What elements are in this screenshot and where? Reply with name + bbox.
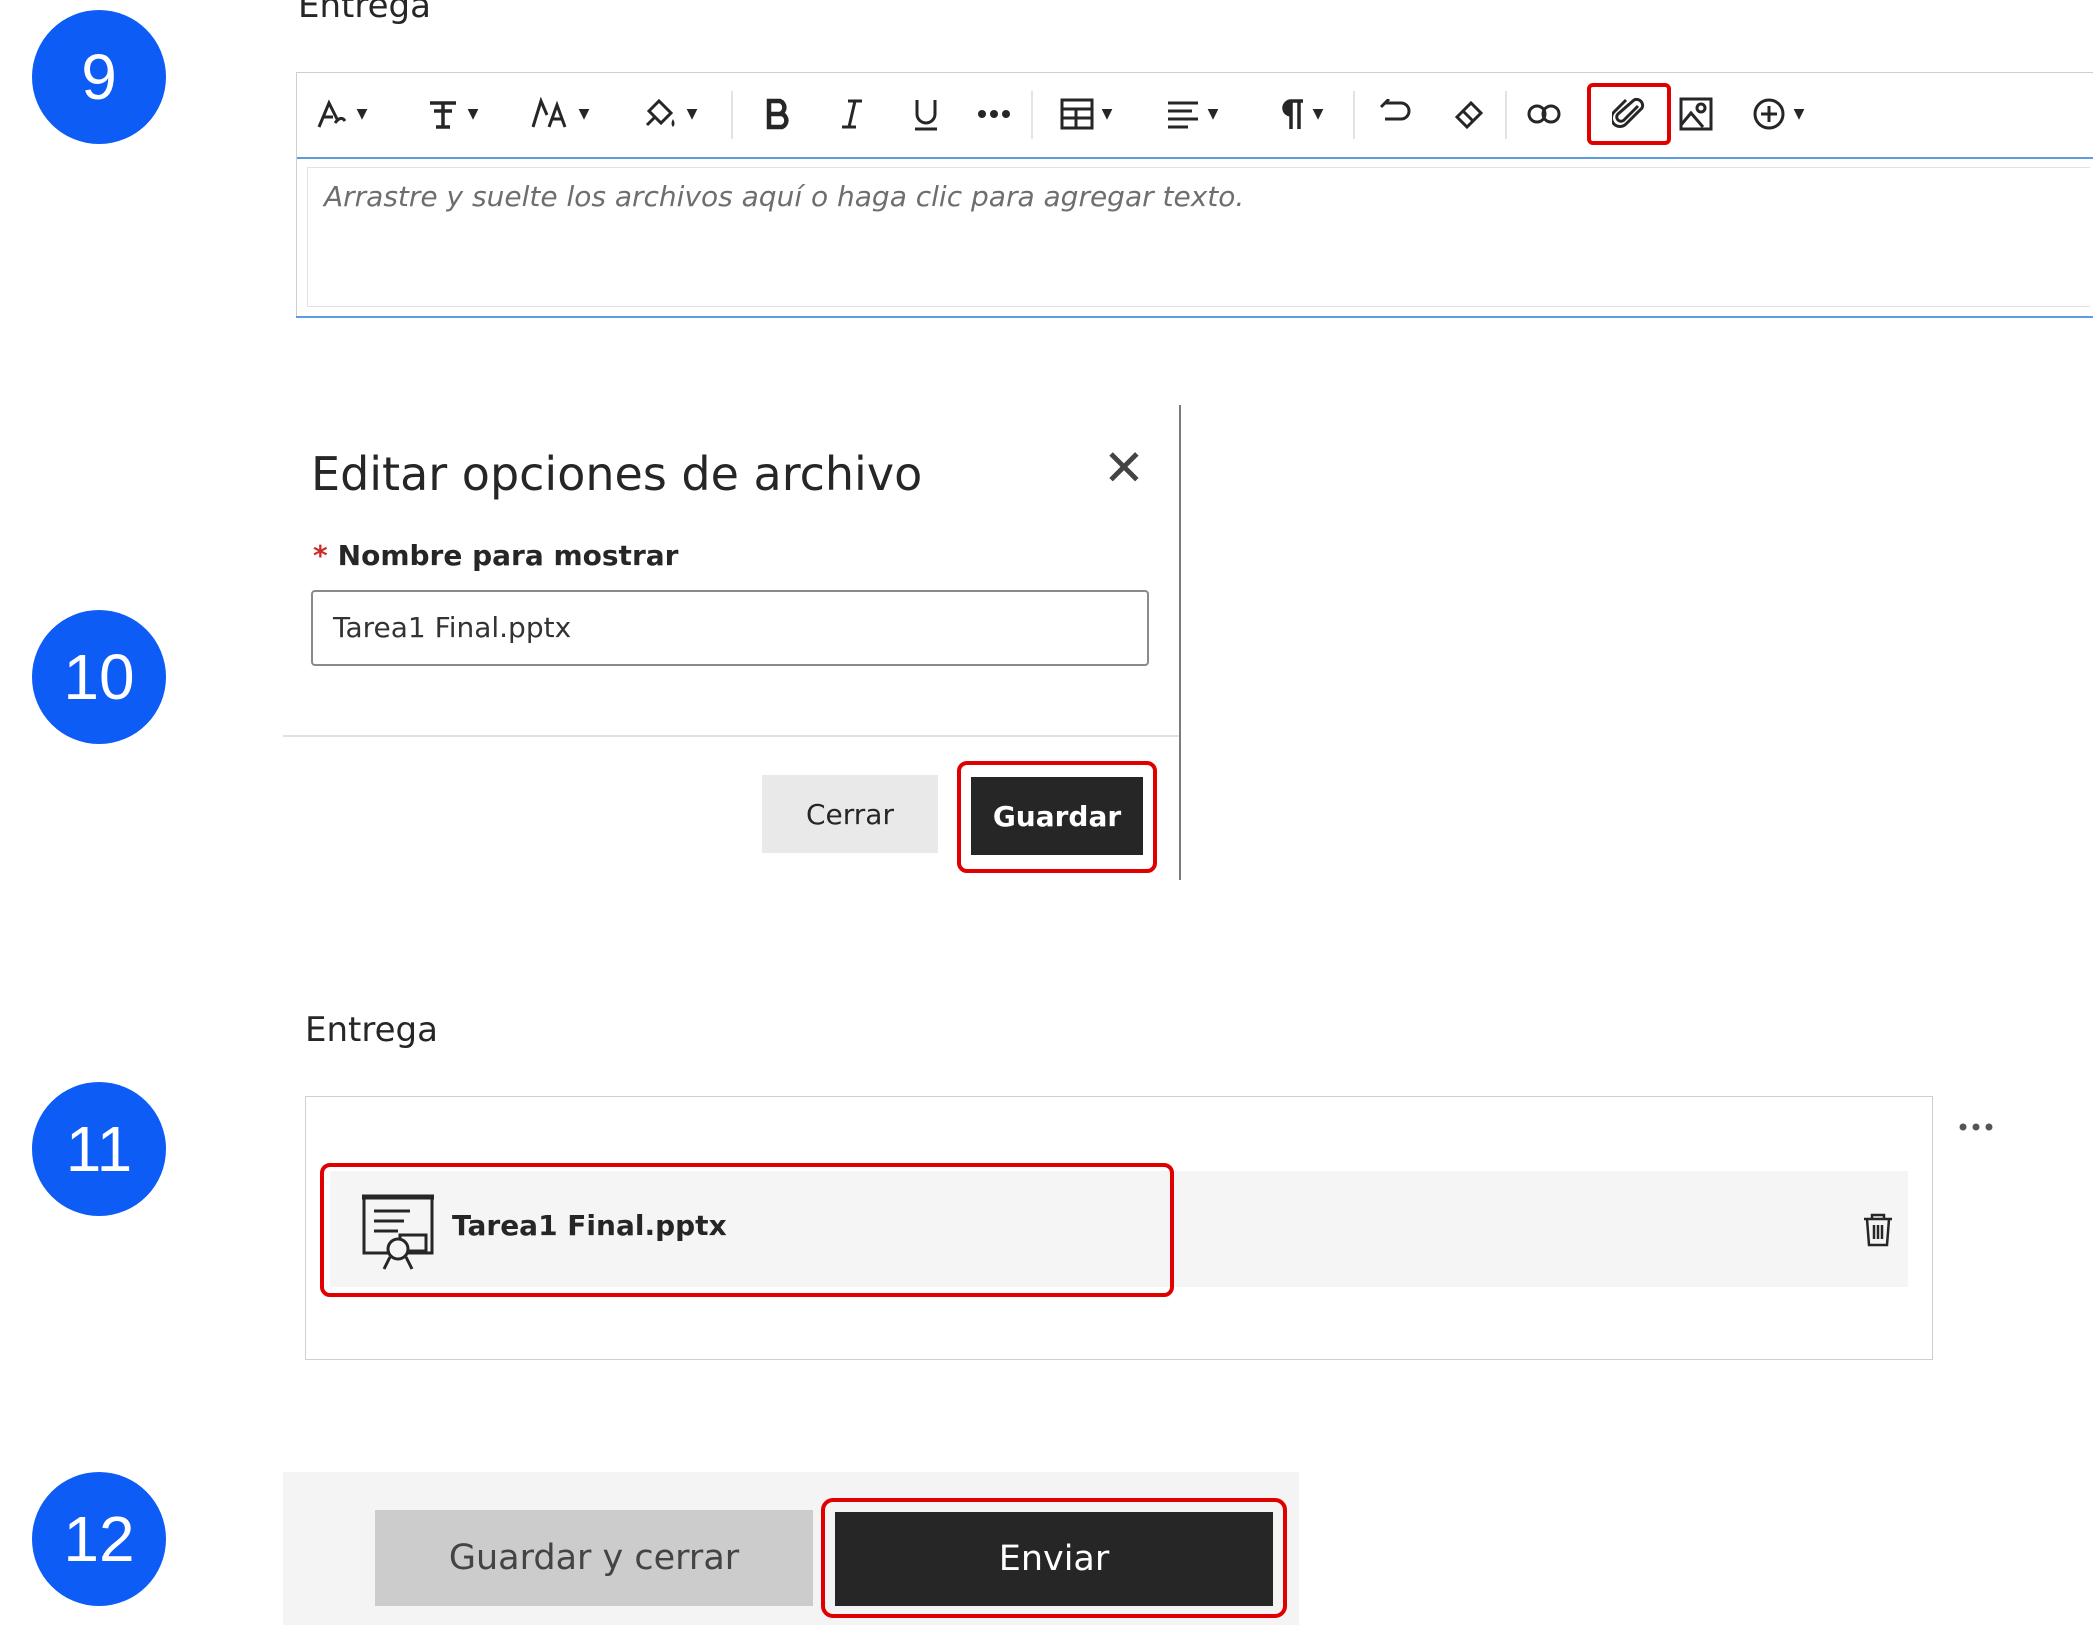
text-format-icon[interactable]: ▼ xyxy=(419,83,485,145)
attached-file-row[interactable]: Tarea1 Final.pptx xyxy=(320,1163,1908,1297)
paragraph-icon[interactable]: ▼ xyxy=(1263,83,1337,145)
editor-placeholder: Arrastre y suelte los archivos aquí o ha… xyxy=(324,180,1245,213)
submission-content-box: Tarea1 Final.pptx xyxy=(305,1096,1933,1360)
attached-file-name: Tarea1 Final.pptx xyxy=(452,1209,727,1242)
editor-focus-border xyxy=(296,316,2093,318)
table-icon[interactable]: ▼ xyxy=(1049,83,1123,145)
close-icon[interactable]: ✕ xyxy=(1103,443,1145,493)
more-formatting-icon[interactable] xyxy=(969,83,1019,145)
save-button-highlight: Guardar xyxy=(957,761,1157,873)
step-badge-9: 9 xyxy=(32,10,166,144)
dialog-footer: Cerrar Guardar xyxy=(283,735,1179,880)
display-name-input[interactable]: Tarea1 Final.pptx xyxy=(311,590,1149,666)
trash-icon[interactable] xyxy=(1860,1211,1896,1249)
more-options-icon[interactable] xyxy=(1958,1104,1994,1138)
insert-image-icon[interactable] xyxy=(1671,83,1721,145)
attached-file-highlight xyxy=(320,1163,1174,1297)
undo-icon[interactable] xyxy=(1369,83,1423,145)
toolbar-divider xyxy=(1353,91,1355,139)
step-badge-11: 11 xyxy=(32,1082,166,1216)
align-icon[interactable]: ▼ xyxy=(1155,83,1229,145)
step-badge-10: 10 xyxy=(32,610,166,744)
presentation-file-icon xyxy=(360,1191,436,1271)
required-mark: * xyxy=(313,539,328,572)
save-button[interactable]: Guardar xyxy=(971,777,1143,855)
editor-section-label: Entrega xyxy=(298,0,431,26)
edit-file-options-dialog: Editar opciones de archivo ✕ * Nombre par… xyxy=(283,405,1181,880)
rich-text-editor: ▼ ▼ ▼ ▼ ▼ ▼ ▼ ▼ Arrastre y suelte los ar… xyxy=(296,72,2093,318)
bold-icon[interactable] xyxy=(751,83,805,145)
toolbar-divider xyxy=(1505,91,1507,139)
attach-file-icon[interactable] xyxy=(1587,83,1671,145)
dialog-title: Editar opciones de archivo xyxy=(311,447,923,501)
fill-color-icon[interactable]: ▼ xyxy=(637,83,703,145)
save-and-close-button[interactable]: Guardar y cerrar xyxy=(375,1510,813,1606)
insert-content-icon[interactable]: ▼ xyxy=(1741,83,1815,145)
italic-icon[interactable] xyxy=(827,83,877,145)
eraser-icon[interactable] xyxy=(1443,83,1497,145)
pen-style-icon[interactable]: ▼ xyxy=(311,83,371,145)
attachment-section-label: Entrega xyxy=(305,1010,438,1050)
close-button[interactable]: Cerrar xyxy=(762,775,938,853)
toolbar-divider xyxy=(731,91,733,139)
send-button[interactable]: Enviar xyxy=(835,1512,1273,1606)
step-badge-12: 12 xyxy=(32,1472,166,1606)
font-size-icon[interactable]: ▼ xyxy=(527,83,593,145)
editor-content-area[interactable]: Arrastre y suelte los archivos aquí o ha… xyxy=(307,167,2090,307)
link-icon[interactable] xyxy=(1517,83,1571,145)
underline-icon[interactable] xyxy=(901,83,951,145)
display-name-label-text: Nombre para mostrar xyxy=(337,539,679,572)
toolbar-divider xyxy=(1031,91,1033,139)
editor-toolbar: ▼ ▼ ▼ ▼ ▼ ▼ ▼ ▼ xyxy=(297,73,2093,159)
submit-bar: Guardar y cerrar Enviar xyxy=(283,1472,1299,1625)
display-name-label: * Nombre para mostrar xyxy=(313,539,678,572)
send-button-highlight: Enviar xyxy=(821,1498,1287,1618)
